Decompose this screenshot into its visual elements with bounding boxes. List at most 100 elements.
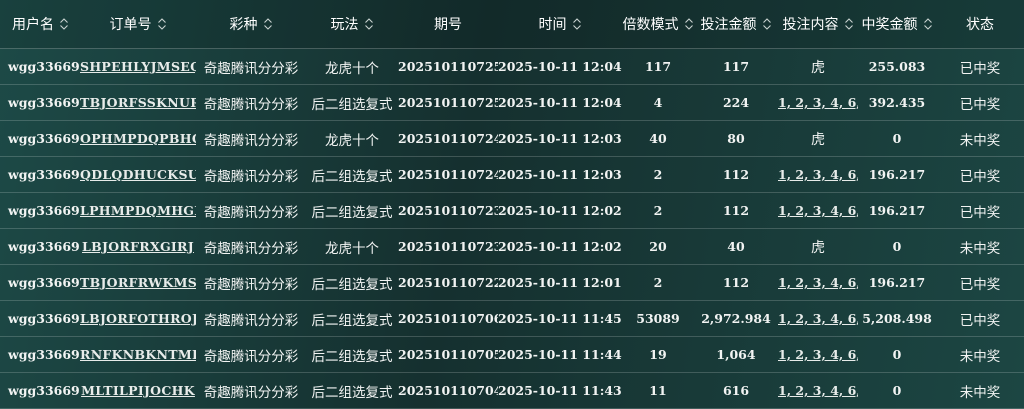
cell-multiple: 53089 <box>636 311 680 326</box>
cell-time: 2025-10-11 11:43:43 <box>498 383 622 398</box>
cell-issue-number: 202510110725 <box>398 59 498 74</box>
cell-status: 已中奖 <box>959 312 1001 329</box>
sort-icon[interactable] <box>923 18 933 30</box>
cell-bet-content[interactable]: 1, 2, 3, 4, 6,... <box>778 383 858 398</box>
column-header-play[interactable]: 玩法 <box>306 14 398 34</box>
cell-bet-amount: 112 <box>722 275 750 290</box>
cell-status: 未中奖 <box>959 384 1001 401</box>
cell-bet-content-link[interactable]: 1, 2, 3, 4, 6,... <box>778 311 858 326</box>
column-header-label: 投注内容 <box>782 17 839 33</box>
cell-order-number-link[interactable]: OPHMPDQPBHQM <box>80 131 196 146</box>
cell-lottery-type: 奇趣腾讯分分彩 <box>203 276 299 293</box>
cell-order-number[interactable]: LBJORFOTHROJ <box>80 311 196 326</box>
cell-bet-content-link[interactable]: 1, 2, 3, 4, 6,... <box>778 95 858 110</box>
column-header-prize[interactable]: 中奖金额 <box>858 14 936 34</box>
cell-order-number-link[interactable]: MLTILPIJOCHK <box>81 383 195 398</box>
cell-time: 2025-10-11 12:02:04 <box>498 239 622 254</box>
cell-username: wgg336699 <box>8 203 80 218</box>
cell-bet-content[interactable]: 1, 2, 3, 4, 6,... <box>778 311 858 326</box>
cell-order-number[interactable]: SHPEHLYJMSEQ <box>80 59 196 74</box>
column-header-status[interactable]: 状态 <box>936 14 1024 34</box>
cell-order-number-link[interactable]: SHPEHLYJMSEQ <box>80 59 196 74</box>
cell-bet-content-link[interactable]: 1, 2, 3, 4, 6,... <box>778 167 858 182</box>
column-header-order[interactable]: 订单号 <box>80 14 196 34</box>
bet-records-table: 用户名 订单号 彩种 玩法 期号 时间 倍数模式 投注金额 投注内容 中奖金额 状态 wgg3366… <box>0 0 1024 409</box>
cell-order-number[interactable]: MLTILPIJOCHK <box>80 383 196 398</box>
cell-multiple: 4 <box>653 95 663 110</box>
sort-icon[interactable] <box>157 18 167 30</box>
cell-order-number[interactable]: LBJORFRXGIRJ <box>80 239 196 254</box>
cell-bet-content-link[interactable]: 1, 2, 3, 4, 6,... <box>778 383 858 398</box>
cell-multiple: 2 <box>653 275 663 290</box>
cell-play-method: 后二组选复式 <box>311 276 393 293</box>
column-header-lottery[interactable]: 彩种 <box>196 14 306 34</box>
sort-icon[interactable] <box>684 18 694 30</box>
table-header: 用户名 订单号 彩种 玩法 期号 时间 倍数模式 投注金额 投注内容 中奖金额 状态 <box>0 0 1024 49</box>
column-header-label: 中奖金额 <box>861 17 918 33</box>
cell-order-number[interactable]: TBJORFRWKMSR <box>80 275 196 290</box>
sort-icon[interactable] <box>364 18 374 30</box>
cell-lottery-type: 奇趣腾讯分分彩 <box>203 60 299 77</box>
sort-icon[interactable] <box>844 18 854 30</box>
cell-bet-content[interactable]: 1, 2, 3, 4, 6,... <box>778 275 858 290</box>
cell-lottery-type: 奇趣腾讯分分彩 <box>203 384 299 401</box>
cell-lottery-type: 奇趣腾讯分分彩 <box>203 204 299 221</box>
cell-order-number-link[interactable]: LBJORFRXGIRJ <box>82 239 194 254</box>
cell-bet-content-link[interactable]: 1, 2, 3, 4, 6,... <box>778 347 858 362</box>
column-header-time[interactable]: 时间 <box>498 14 622 34</box>
sort-icon[interactable] <box>762 18 772 30</box>
column-header-user[interactable]: 用户名 <box>0 14 80 34</box>
cell-play-method: 后二组选复式 <box>311 348 393 365</box>
cell-lottery-type: 奇趣腾讯分分彩 <box>203 132 299 149</box>
table-row: wgg336699MLTILPIJOCHK 奇趣腾讯分分彩后二组选复式 202510… <box>0 373 1024 409</box>
cell-multiple: 2 <box>653 167 663 182</box>
cell-order-number-link[interactable]: TBJORFRWKMSR <box>80 275 196 290</box>
column-header-label: 投注金额 <box>700 17 757 33</box>
cell-play-method: 后二组选复式 <box>311 96 393 113</box>
table-row: wgg336699SHPEHLYJMSEQ 奇趣腾讯分分彩 龙虎十个 20251011… <box>0 49 1024 85</box>
table-row: wgg336699LBJORFRXGIRJ 奇趣腾讯分分彩 龙虎十个 20251011… <box>0 229 1024 265</box>
cell-status: 已中奖 <box>959 96 1001 113</box>
cell-order-number[interactable]: LPHMPDQMHGLP <box>80 203 196 218</box>
cell-bet-content[interactable]: 1, 2, 3, 4, 6,... <box>778 95 858 110</box>
cell-order-number-link[interactable]: LBJORFOTHROJ <box>80 311 196 326</box>
cell-multiple: 11 <box>649 383 667 398</box>
cell-play-method: 龙虎十个 <box>325 132 379 149</box>
bet-content-text: 虎 <box>811 131 825 148</box>
cell-order-number-link[interactable]: TBJORFSSKNUR <box>80 95 196 110</box>
cell-order-number-link[interactable]: LPHMPDQMHGLP <box>80 203 196 218</box>
cell-issue-number: 202510110724 <box>398 167 498 182</box>
cell-lottery-type: 奇趣腾讯分分彩 <box>203 96 299 113</box>
cell-bet-amount: 117 <box>722 59 750 74</box>
cell-order-number[interactable]: OPHMPDQPBHQM <box>80 131 196 146</box>
cell-username: wgg336699 <box>8 383 80 398</box>
sort-icon[interactable] <box>263 18 273 30</box>
column-header-multiple[interactable]: 倍数模式 <box>622 14 694 34</box>
cell-bet-content[interactable]: 1, 2, 3, 4, 6,... <box>778 347 858 362</box>
column-header-amount[interactable]: 投注金额 <box>694 14 778 34</box>
column-header-content[interactable]: 投注内容 <box>778 14 858 34</box>
column-header-issue[interactable]: 期号 <box>398 14 498 34</box>
table-row: wgg336699OPHMPDQPBHQM 奇趣腾讯分分彩 龙虎十个 20251011… <box>0 121 1024 157</box>
cell-bet-content-link[interactable]: 1, 2, 3, 4, 6,... <box>778 275 858 290</box>
cell-username: wgg336699 <box>8 275 80 290</box>
cell-order-number[interactable]: QDLQDHUCKSUO <box>80 167 196 182</box>
table-row: wgg336699LBJORFOTHROJ 奇趣腾讯分分彩后二组选复式 202510… <box>0 301 1024 337</box>
cell-username: wgg336699 <box>8 347 80 362</box>
column-header-label: 状态 <box>966 17 994 33</box>
sort-icon[interactable] <box>572 18 582 30</box>
cell-bet-content[interactable]: 1, 2, 3, 4, 6,... <box>778 203 858 218</box>
cell-bet-content: 虎 <box>778 57 858 77</box>
sort-icon[interactable] <box>59 18 69 30</box>
cell-order-number[interactable]: RNFKNBKNTMKP <box>80 347 196 362</box>
cell-play-method: 龙虎十个 <box>325 60 379 77</box>
cell-play-method: 后二组选复式 <box>311 168 393 185</box>
cell-username: wgg336699 <box>8 131 80 146</box>
cell-order-number[interactable]: TBJORFSSKNUR <box>80 95 196 110</box>
cell-order-number-link[interactable]: RNFKNBKNTMKP <box>80 347 196 362</box>
cell-time: 2025-10-11 12:01:42 <box>498 275 622 290</box>
cell-bet-content-link[interactable]: 1, 2, 3, 4, 6,... <box>778 203 858 218</box>
cell-multiple: 2 <box>653 203 663 218</box>
cell-order-number-link[interactable]: QDLQDHUCKSUO <box>80 167 196 182</box>
cell-bet-content[interactable]: 1, 2, 3, 4, 6,... <box>778 167 858 182</box>
